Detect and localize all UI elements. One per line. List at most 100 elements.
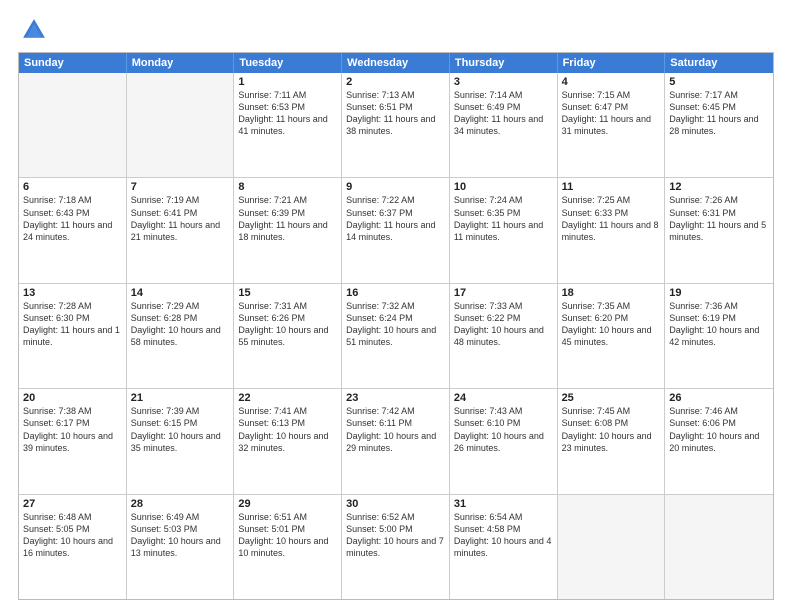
cell-info: Sunrise: 7:19 AM Sunset: 6:41 PM Dayligh… — [131, 194, 230, 243]
cal-cell: 17Sunrise: 7:33 AM Sunset: 6:22 PM Dayli… — [450, 284, 558, 388]
day-number: 9 — [346, 181, 445, 193]
day-number: 31 — [454, 498, 553, 510]
cal-cell: 18Sunrise: 7:35 AM Sunset: 6:20 PM Dayli… — [558, 284, 666, 388]
day-number: 16 — [346, 287, 445, 299]
cal-header-friday: Friday — [558, 53, 666, 73]
day-number: 12 — [669, 181, 769, 193]
day-number: 29 — [238, 498, 337, 510]
day-number: 5 — [669, 76, 769, 88]
cell-info: Sunrise: 7:36 AM Sunset: 6:19 PM Dayligh… — [669, 300, 769, 349]
cal-header-saturday: Saturday — [665, 53, 773, 73]
day-number: 28 — [131, 498, 230, 510]
day-number: 3 — [454, 76, 553, 88]
page: SundayMondayTuesdayWednesdayThursdayFrid… — [0, 0, 792, 612]
day-number: 11 — [562, 181, 661, 193]
day-number: 19 — [669, 287, 769, 299]
day-number: 10 — [454, 181, 553, 193]
cal-week-1: 1Sunrise: 7:11 AM Sunset: 6:53 PM Daylig… — [19, 73, 773, 177]
cal-cell: 23Sunrise: 7:42 AM Sunset: 6:11 PM Dayli… — [342, 389, 450, 493]
day-number: 13 — [23, 287, 122, 299]
cal-cell — [558, 495, 666, 599]
cal-cell: 13Sunrise: 7:28 AM Sunset: 6:30 PM Dayli… — [19, 284, 127, 388]
cal-week-5: 27Sunrise: 6:48 AM Sunset: 5:05 PM Dayli… — [19, 494, 773, 599]
cal-cell: 25Sunrise: 7:45 AM Sunset: 6:08 PM Dayli… — [558, 389, 666, 493]
cal-cell: 28Sunrise: 6:49 AM Sunset: 5:03 PM Dayli… — [127, 495, 235, 599]
cell-info: Sunrise: 7:22 AM Sunset: 6:37 PM Dayligh… — [346, 194, 445, 243]
cal-cell: 3Sunrise: 7:14 AM Sunset: 6:49 PM Daylig… — [450, 73, 558, 177]
cal-header-thursday: Thursday — [450, 53, 558, 73]
cal-cell: 11Sunrise: 7:25 AM Sunset: 6:33 PM Dayli… — [558, 178, 666, 282]
header — [18, 16, 774, 44]
cell-info: Sunrise: 7:24 AM Sunset: 6:35 PM Dayligh… — [454, 194, 553, 243]
cal-cell: 31Sunrise: 6:54 AM Sunset: 4:58 PM Dayli… — [450, 495, 558, 599]
calendar-body: 1Sunrise: 7:11 AM Sunset: 6:53 PM Daylig… — [19, 73, 773, 599]
cal-cell: 7Sunrise: 7:19 AM Sunset: 6:41 PM Daylig… — [127, 178, 235, 282]
day-number: 20 — [23, 392, 122, 404]
logo — [18, 16, 48, 44]
cal-header-tuesday: Tuesday — [234, 53, 342, 73]
day-number: 14 — [131, 287, 230, 299]
cell-info: Sunrise: 7:35 AM Sunset: 6:20 PM Dayligh… — [562, 300, 661, 349]
cell-info: Sunrise: 6:49 AM Sunset: 5:03 PM Dayligh… — [131, 511, 230, 560]
day-number: 27 — [23, 498, 122, 510]
cal-cell: 9Sunrise: 7:22 AM Sunset: 6:37 PM Daylig… — [342, 178, 450, 282]
calendar-header-row: SundayMondayTuesdayWednesdayThursdayFrid… — [19, 53, 773, 73]
cal-cell: 6Sunrise: 7:18 AM Sunset: 6:43 PM Daylig… — [19, 178, 127, 282]
cal-cell: 21Sunrise: 7:39 AM Sunset: 6:15 PM Dayli… — [127, 389, 235, 493]
day-number: 6 — [23, 181, 122, 193]
day-number: 25 — [562, 392, 661, 404]
cell-info: Sunrise: 7:17 AM Sunset: 6:45 PM Dayligh… — [669, 89, 769, 138]
cal-cell: 26Sunrise: 7:46 AM Sunset: 6:06 PM Dayli… — [665, 389, 773, 493]
day-number: 26 — [669, 392, 769, 404]
cal-cell: 27Sunrise: 6:48 AM Sunset: 5:05 PM Dayli… — [19, 495, 127, 599]
cell-info: Sunrise: 7:26 AM Sunset: 6:31 PM Dayligh… — [669, 194, 769, 243]
cell-info: Sunrise: 6:48 AM Sunset: 5:05 PM Dayligh… — [23, 511, 122, 560]
cell-info: Sunrise: 6:51 AM Sunset: 5:01 PM Dayligh… — [238, 511, 337, 560]
day-number: 8 — [238, 181, 337, 193]
cell-info: Sunrise: 7:29 AM Sunset: 6:28 PM Dayligh… — [131, 300, 230, 349]
cal-cell: 5Sunrise: 7:17 AM Sunset: 6:45 PM Daylig… — [665, 73, 773, 177]
cal-cell: 4Sunrise: 7:15 AM Sunset: 6:47 PM Daylig… — [558, 73, 666, 177]
cell-info: Sunrise: 7:41 AM Sunset: 6:13 PM Dayligh… — [238, 405, 337, 454]
cal-cell: 29Sunrise: 6:51 AM Sunset: 5:01 PM Dayli… — [234, 495, 342, 599]
cal-cell: 10Sunrise: 7:24 AM Sunset: 6:35 PM Dayli… — [450, 178, 558, 282]
cell-info: Sunrise: 7:42 AM Sunset: 6:11 PM Dayligh… — [346, 405, 445, 454]
cell-info: Sunrise: 7:32 AM Sunset: 6:24 PM Dayligh… — [346, 300, 445, 349]
cell-info: Sunrise: 6:54 AM Sunset: 4:58 PM Dayligh… — [454, 511, 553, 560]
cell-info: Sunrise: 7:33 AM Sunset: 6:22 PM Dayligh… — [454, 300, 553, 349]
cal-cell: 24Sunrise: 7:43 AM Sunset: 6:10 PM Dayli… — [450, 389, 558, 493]
cal-cell: 16Sunrise: 7:32 AM Sunset: 6:24 PM Dayli… — [342, 284, 450, 388]
day-number: 21 — [131, 392, 230, 404]
cal-cell: 30Sunrise: 6:52 AM Sunset: 5:00 PM Dayli… — [342, 495, 450, 599]
day-number: 7 — [131, 181, 230, 193]
cal-week-4: 20Sunrise: 7:38 AM Sunset: 6:17 PM Dayli… — [19, 388, 773, 493]
cell-info: Sunrise: 7:15 AM Sunset: 6:47 PM Dayligh… — [562, 89, 661, 138]
cell-info: Sunrise: 7:13 AM Sunset: 6:51 PM Dayligh… — [346, 89, 445, 138]
day-number: 15 — [238, 287, 337, 299]
cell-info: Sunrise: 7:28 AM Sunset: 6:30 PM Dayligh… — [23, 300, 122, 349]
cell-info: Sunrise: 7:14 AM Sunset: 6:49 PM Dayligh… — [454, 89, 553, 138]
cal-header-wednesday: Wednesday — [342, 53, 450, 73]
cal-cell: 12Sunrise: 7:26 AM Sunset: 6:31 PM Dayli… — [665, 178, 773, 282]
cell-info: Sunrise: 6:52 AM Sunset: 5:00 PM Dayligh… — [346, 511, 445, 560]
cal-cell: 15Sunrise: 7:31 AM Sunset: 6:26 PM Dayli… — [234, 284, 342, 388]
cal-cell: 1Sunrise: 7:11 AM Sunset: 6:53 PM Daylig… — [234, 73, 342, 177]
cal-cell: 19Sunrise: 7:36 AM Sunset: 6:19 PM Dayli… — [665, 284, 773, 388]
day-number: 2 — [346, 76, 445, 88]
cal-cell: 22Sunrise: 7:41 AM Sunset: 6:13 PM Dayli… — [234, 389, 342, 493]
cell-info: Sunrise: 7:45 AM Sunset: 6:08 PM Dayligh… — [562, 405, 661, 454]
cal-week-3: 13Sunrise: 7:28 AM Sunset: 6:30 PM Dayli… — [19, 283, 773, 388]
cal-header-monday: Monday — [127, 53, 235, 73]
day-number: 23 — [346, 392, 445, 404]
logo-icon — [20, 16, 48, 44]
cell-info: Sunrise: 7:39 AM Sunset: 6:15 PM Dayligh… — [131, 405, 230, 454]
cell-info: Sunrise: 7:31 AM Sunset: 6:26 PM Dayligh… — [238, 300, 337, 349]
cal-week-2: 6Sunrise: 7:18 AM Sunset: 6:43 PM Daylig… — [19, 177, 773, 282]
day-number: 30 — [346, 498, 445, 510]
cal-cell — [127, 73, 235, 177]
day-number: 18 — [562, 287, 661, 299]
cell-info: Sunrise: 7:18 AM Sunset: 6:43 PM Dayligh… — [23, 194, 122, 243]
calendar: SundayMondayTuesdayWednesdayThursdayFrid… — [18, 52, 774, 600]
cal-cell — [19, 73, 127, 177]
cell-info: Sunrise: 7:46 AM Sunset: 6:06 PM Dayligh… — [669, 405, 769, 454]
